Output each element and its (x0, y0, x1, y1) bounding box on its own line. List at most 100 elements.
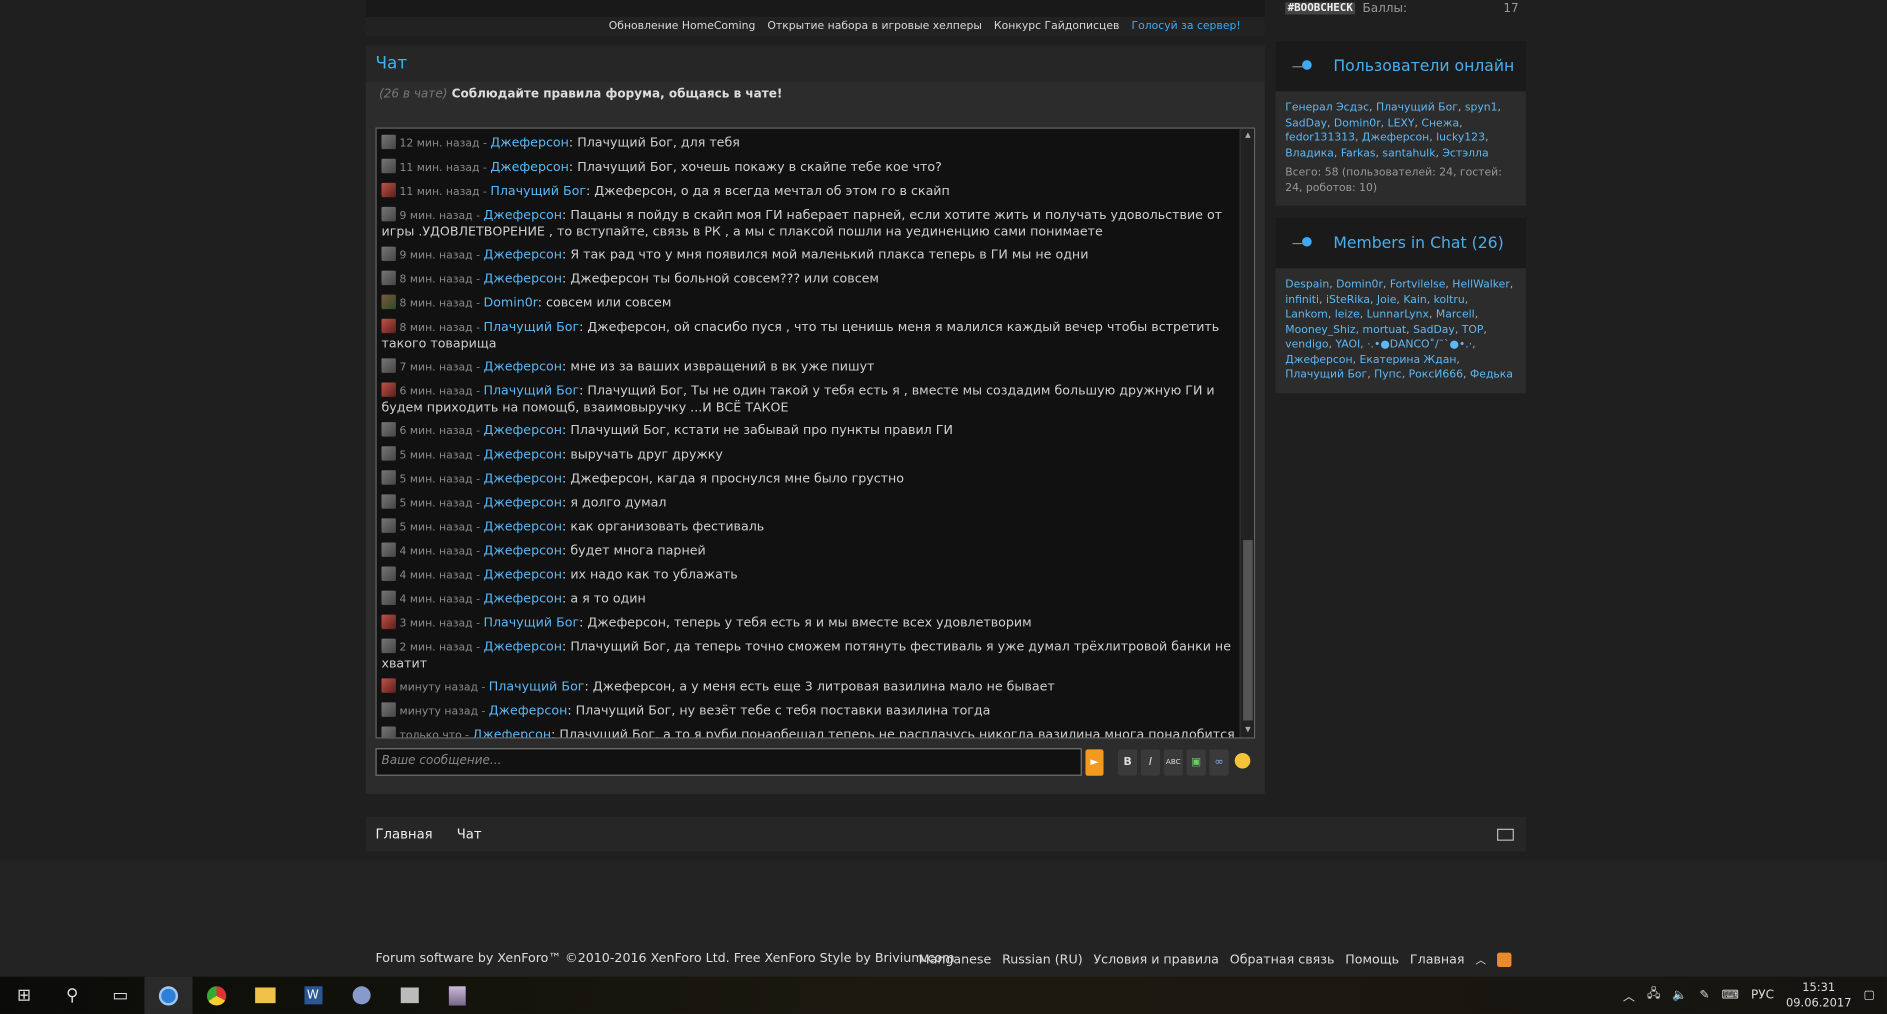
fullscreen-icon[interactable] (1497, 828, 1514, 841)
clock[interactable]: 15:31 09.06.2017 (1786, 980, 1851, 1011)
explorer-icon[interactable] (241, 977, 289, 1014)
avatar[interactable] (381, 270, 396, 285)
message-author[interactable]: Джеферсон (483, 247, 562, 261)
language-indicator[interactable]: РУС (1751, 989, 1774, 1002)
message-author[interactable]: Джеферсон (473, 727, 552, 737)
message-author[interactable]: Domin0r (483, 295, 537, 309)
user-link[interactable]: leize (1335, 309, 1360, 321)
user-link[interactable]: Владика (1285, 147, 1334, 159)
message-author[interactable]: Джеферсон (483, 447, 562, 461)
message-author[interactable]: Джеферсон (483, 495, 562, 509)
user-link[interactable]: Плачущий Бог (1285, 369, 1367, 381)
avatar[interactable] (381, 182, 396, 197)
message-author[interactable]: Джеферсон (483, 639, 562, 653)
task-view-icon[interactable]: ▭ (96, 977, 144, 1014)
avatar[interactable] (381, 245, 396, 261)
smiley-button[interactable] (1232, 749, 1252, 776)
user-link[interactable]: iSteRika (1326, 294, 1370, 306)
send-button[interactable]: ► (1085, 749, 1104, 776)
user-link[interactable]: SadDay (1413, 324, 1455, 336)
user-link[interactable]: spyn1 (1465, 102, 1498, 114)
user-link[interactable]: Fortvilelse (1390, 279, 1446, 291)
user-link[interactable]: ·.•●DANCO˚/¯`●•.· (1367, 339, 1472, 351)
chevron-up-icon[interactable]: ︿ (1623, 986, 1635, 1004)
message-author[interactable]: Джеферсон (483, 359, 562, 373)
user-link[interactable]: Джеферсон (1285, 354, 1352, 366)
user-link[interactable]: LEXY (1388, 117, 1415, 129)
user-link[interactable]: Marcell (1436, 309, 1475, 321)
avatar[interactable] (381, 357, 396, 373)
online-users-title[interactable]: Пользователи онлайн (1333, 57, 1514, 75)
message-author[interactable]: Джеферсон (483, 591, 562, 605)
user-link[interactable]: SadDay (1285, 117, 1327, 129)
search-icon[interactable]: ⚲ (48, 977, 96, 1014)
notice-link[interactable]: Конкурс Гайдописцев (994, 20, 1120, 32)
message-author[interactable]: Плачущий Бог (489, 679, 585, 693)
word-icon[interactable]: W (289, 977, 337, 1014)
volume-icon[interactable]: 🔈 (1672, 989, 1687, 1002)
italic-button[interactable]: I (1140, 749, 1161, 776)
message-author[interactable]: Джеферсон (483, 543, 562, 557)
notice-link[interactable]: Обновление HomeComing (609, 20, 756, 32)
avatar[interactable] (381, 381, 396, 397)
footer-link[interactable]: Условия и правила (1093, 952, 1218, 966)
browser-icon[interactable] (144, 976, 193, 1014)
bold-button[interactable]: B (1117, 749, 1138, 776)
avatar[interactable] (381, 469, 396, 485)
avatar[interactable] (381, 541, 396, 557)
message-author[interactable]: Плачущий Бог (483, 383, 579, 397)
avatar[interactable] (381, 614, 396, 629)
notice-link[interactable]: Голосуй за сервер! (1131, 20, 1240, 32)
user-link[interactable]: Mooney_Shiz (1285, 324, 1355, 336)
avatar[interactable] (381, 638, 396, 653)
avatar[interactable] (381, 318, 396, 333)
chat-messages-box[interactable]: 12 мин. назад - Джеферсон: Плачущий Бог,… (375, 127, 1256, 739)
user-link[interactable]: Плачущий Бог (1376, 102, 1458, 114)
user-link[interactable]: Генерал Эсдэс (1285, 102, 1369, 114)
game-icon[interactable] (433, 977, 481, 1014)
footer-copyright[interactable]: Forum software by XenForo™ ©2010-2016 Xe… (375, 951, 954, 965)
message-author[interactable]: Джеферсон (489, 703, 568, 717)
user-link[interactable]: Lankom (1285, 309, 1328, 321)
avatar[interactable] (381, 677, 396, 693)
message-input[interactable]: Ваше сообщение... (375, 748, 1082, 776)
image-button[interactable]: ▣ (1186, 749, 1206, 776)
scroll-up-icon[interactable]: ▲ (1243, 131, 1253, 141)
user-link[interactable]: vendigo (1285, 339, 1328, 351)
user-link[interactable]: Джеферсон (1362, 132, 1429, 144)
rss-icon[interactable] (1497, 952, 1512, 967)
strikethrough-button[interactable]: ABC (1163, 749, 1183, 776)
message-author[interactable]: Джеферсон (483, 471, 562, 485)
chat-members-title[interactable]: Members in Chat (26) (1333, 234, 1503, 252)
footer-link[interactable]: Russian (RU) (1002, 952, 1083, 966)
message-author[interactable]: Джеферсон (483, 207, 562, 221)
footer-link[interactable]: Главная (1410, 952, 1465, 966)
notifications-icon[interactable]: ▢ (1864, 989, 1875, 1002)
user-link[interactable]: fedor131313 (1285, 132, 1355, 144)
avatar[interactable] (381, 294, 396, 309)
nav-home-link[interactable]: Главная (375, 826, 432, 842)
scroll-thumb[interactable] (1243, 540, 1253, 721)
message-author[interactable]: Джеферсон (483, 271, 562, 285)
user-link[interactable]: Эстэлла (1442, 147, 1488, 159)
user-link[interactable]: РоксИ666 (1409, 369, 1463, 381)
avatar[interactable] (381, 565, 396, 581)
link-button[interactable]: ∞ (1209, 749, 1229, 776)
user-link[interactable]: TOP (1462, 324, 1484, 336)
avatar[interactable] (381, 725, 396, 738)
chrome-icon[interactable] (193, 977, 241, 1014)
network-icon[interactable]: 🖧 (1647, 985, 1660, 1005)
avatar[interactable] (381, 158, 396, 173)
message-author[interactable]: Джеферсон (490, 135, 569, 149)
message-author[interactable]: Джеферсон (490, 159, 569, 173)
avatar[interactable] (381, 701, 396, 717)
avatar[interactable] (381, 134, 396, 149)
user-link[interactable]: Екатерина Ждан (1359, 354, 1456, 366)
user-link[interactable]: mortuat (1363, 324, 1407, 336)
message-author[interactable]: Джеферсон (483, 423, 562, 437)
scroll-down-icon[interactable]: ▼ (1243, 725, 1253, 735)
user-link[interactable]: HellWalker (1452, 279, 1510, 291)
user-link[interactable]: Farkas (1341, 147, 1376, 159)
avatar[interactable] (381, 589, 396, 605)
notice-link[interactable]: Открытие набора в игровые хелперы (767, 20, 982, 32)
